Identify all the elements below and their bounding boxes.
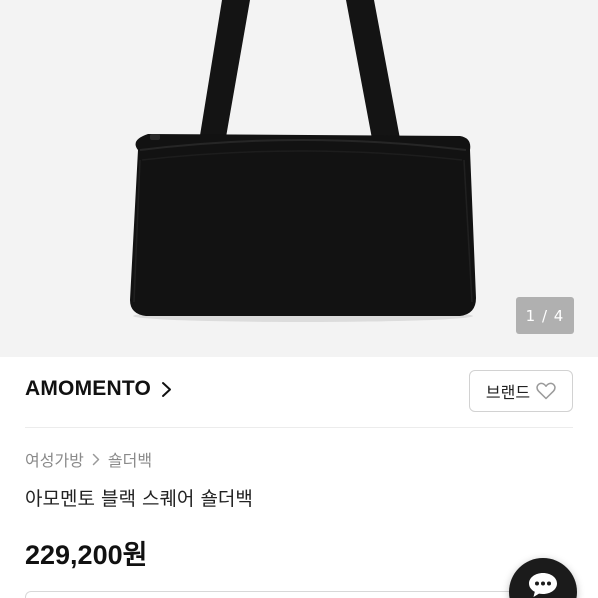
heart-outline-icon [536, 382, 556, 400]
product-price: 229,200원 [25, 540, 148, 570]
option-select-box[interactable] [25, 591, 573, 598]
image-counter: 1 / 4 [516, 297, 574, 334]
breadcrumb-item-category[interactable]: 여성가방 [25, 447, 84, 471]
section-divider [25, 427, 573, 428]
shoulder-bag-image [130, 0, 476, 322]
breadcrumb: 여성가방 숄더백 [25, 447, 152, 471]
chevron-right-icon [92, 453, 100, 465]
brand-row: AMOMENTO 브랜드 [0, 357, 598, 427]
brand-like-label: 브랜드 [485, 383, 531, 402]
chat-button[interactable] [509, 558, 577, 598]
product-title: 아모멘토 블랙 스퀘어 숄더백 [25, 488, 253, 510]
product-image-carousel[interactable]: 1 / 4 [0, 0, 598, 357]
brand-link[interactable]: AMOMENTO [25, 377, 172, 401]
chevron-right-icon [162, 381, 172, 397]
breadcrumb-item-subcategory[interactable]: 숄더백 [108, 447, 152, 471]
brand-like-button[interactable]: 브랜드 [469, 370, 573, 412]
chat-bubble-icon [529, 573, 557, 597]
brand-name: AMOMENTO [25, 377, 152, 400]
